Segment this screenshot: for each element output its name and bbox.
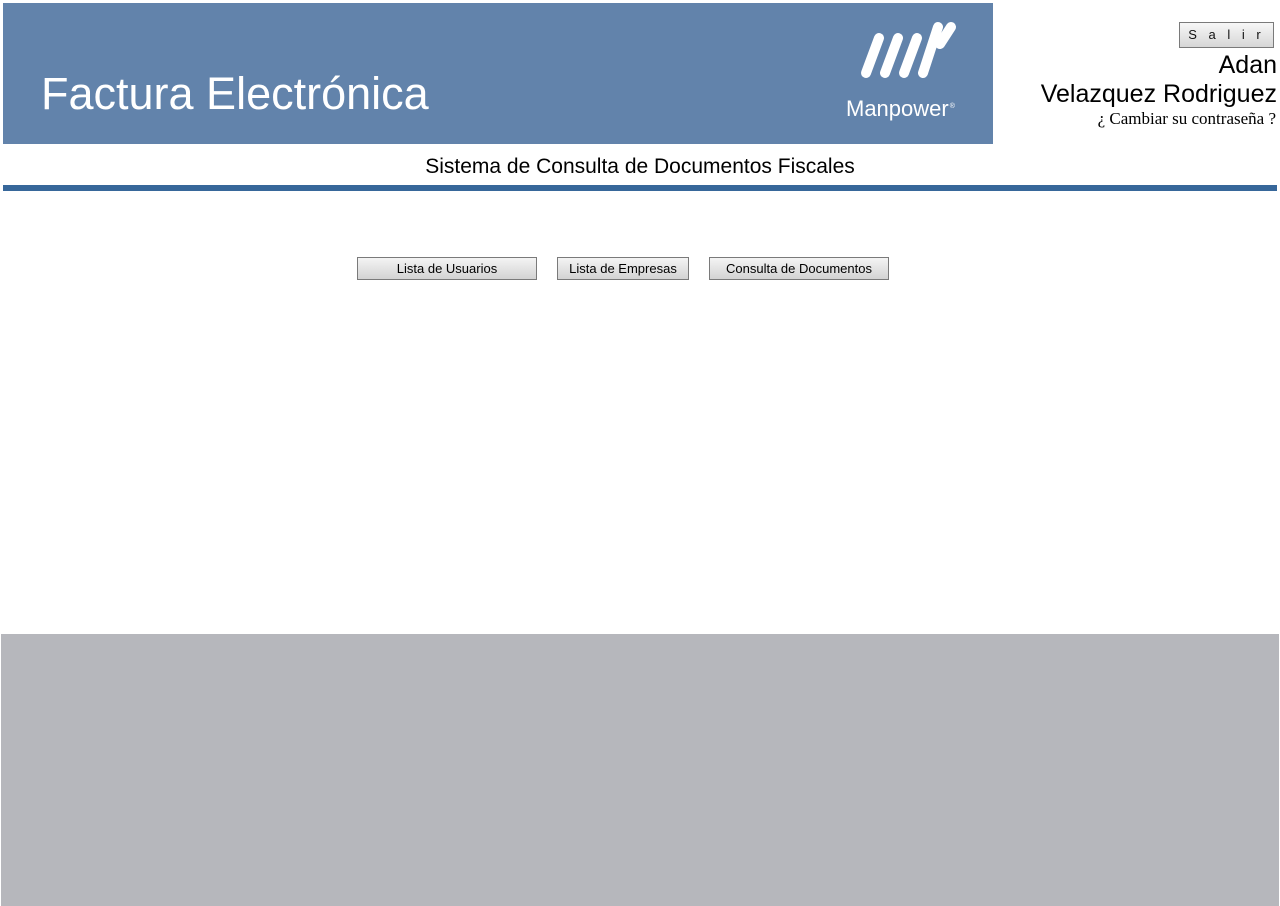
page: Factura Electrónica Manpower® S a l i r … [0,0,1280,906]
user-last-name: Velazquez Rodriguez [1040,80,1277,108]
header-divider [3,185,1277,191]
user-first-name: Adan [1218,51,1277,79]
page-subtitle: Sistema de Consulta de Documentos Fiscal… [425,155,855,178]
change-password-link[interactable]: ¿ Cambiar su contraseña ? [1098,108,1276,130]
registered-mark: ® [949,103,955,110]
document-query-button[interactable]: Consulta de Documentos [709,257,889,280]
header-banner: Factura Electrónica Manpower® [3,3,993,144]
footer-area [1,634,1279,906]
logout-button[interactable]: S a l i r [1179,22,1274,48]
manpower-logo-icon [861,22,956,78]
brand-name: Manpower® [846,97,955,121]
company-list-button[interactable]: Lista de Empresas [557,257,689,280]
banner-title: Factura Electrónica [41,68,429,119]
brand-label: Manpower [846,96,949,121]
user-list-button[interactable]: Lista de Usuarios [357,257,537,280]
